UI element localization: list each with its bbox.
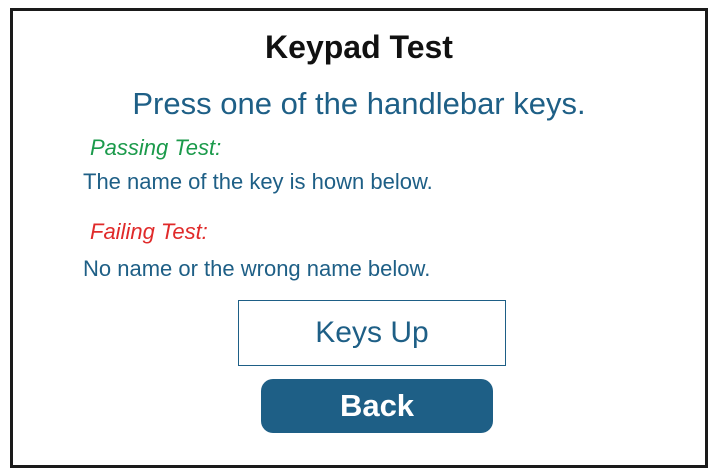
back-button-label: Back bbox=[339, 388, 415, 423]
key-name-display: Keys Up bbox=[238, 300, 506, 366]
passing-test-description: The name of the key is hown below. bbox=[83, 169, 433, 194]
keypad-test-panel: Keypad Test Press one of the handlebar k… bbox=[10, 8, 708, 468]
failing-test-label: Failing Test: bbox=[90, 219, 208, 244]
instruction-text: Press one of the handlebar keys. bbox=[132, 86, 586, 121]
back-button[interactable]: Back bbox=[261, 379, 493, 433]
passing-test-label: Passing Test: bbox=[90, 135, 222, 160]
failing-test-description: No name or the wrong name below. bbox=[83, 256, 431, 281]
key-name-value: Keys Up bbox=[315, 316, 429, 349]
page-title: Keypad Test bbox=[265, 29, 453, 65]
